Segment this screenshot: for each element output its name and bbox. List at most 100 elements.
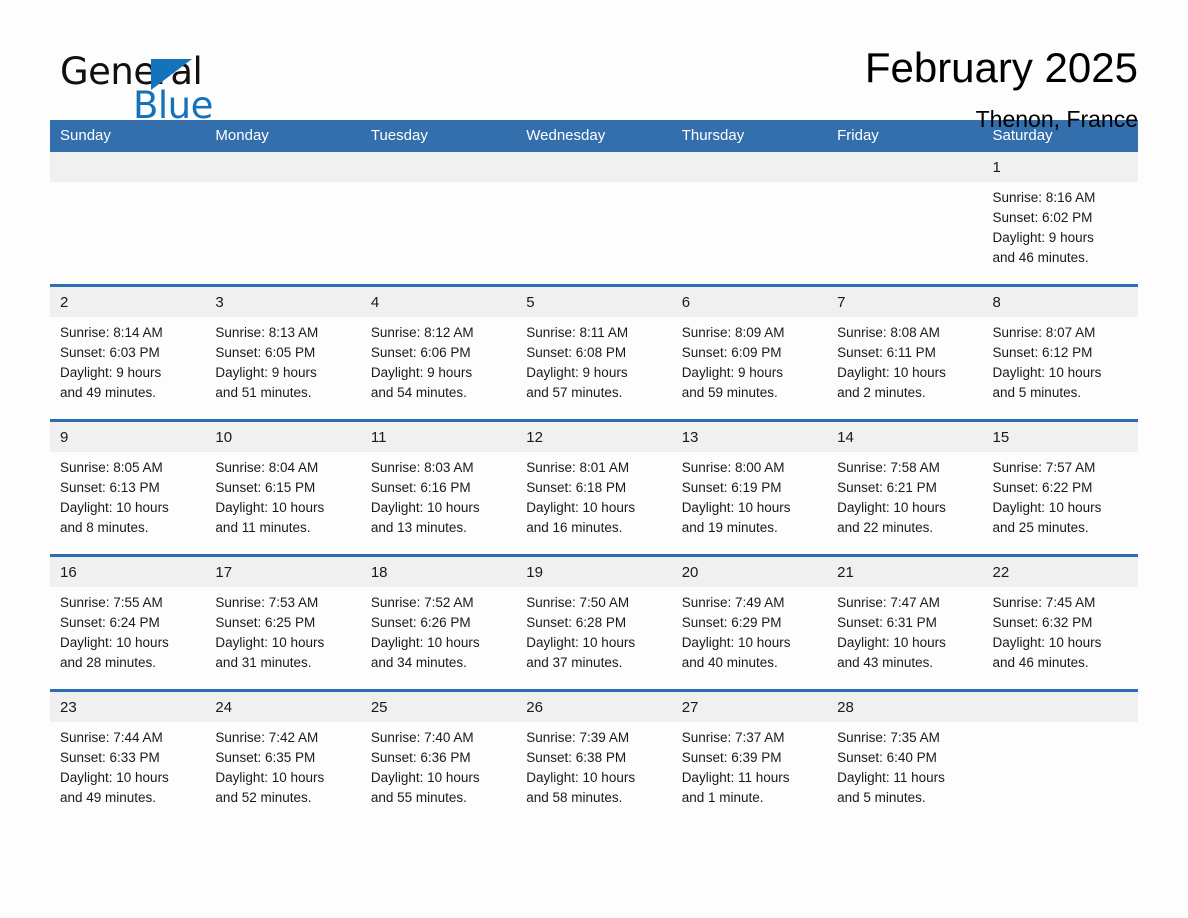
sunrise-text: Sunrise: 7:57 AM: [992, 460, 1096, 475]
daylight-text: and 5 minutes.: [992, 385, 1082, 400]
sunrise-text: Sunrise: 8:08 AM: [837, 325, 940, 340]
day-cell-empty: [982, 689, 1138, 824]
sunset-text: Sunset: 6:09 PM: [681, 345, 782, 360]
weekday-header-thursday: Thursday: [671, 120, 828, 152]
day-cell-2[interactable]: 2 Sunrise: 8:14 AM Sunset: 6:03 PM Daylight…: [50, 284, 206, 421]
day-cell-10[interactable]: 10 Sunrise: 8:04 AM Sunset: 6:15 PM Dayligh…: [205, 419, 361, 556]
day-cell-7[interactable]: 7 Sunrise: 8:08 AM Sunset: 6:11 PM Daylight…: [827, 284, 983, 421]
day-cell-22[interactable]: 22 Sunrise: 7:45 AM Sunset: 6:32 PM Dayligh…: [982, 554, 1138, 691]
sunrise-text: Sunrise: 7:52 AM: [370, 595, 474, 610]
sunrise-text: Sunrise: 7:40 AM: [370, 730, 474, 745]
daylight-text: and 22 minutes.: [837, 520, 934, 535]
sunrise-sunset-calendar: Sunday Monday Tuesday Wednesday Thursday Frid…: [50, 120, 1138, 824]
day-details: Sunrise: 8:07 AM Sunset: 6:12 PM Daylight:…: [983, 317, 1138, 403]
daylight-text: and 55 minutes.: [370, 790, 467, 805]
sunrise-text: Sunrise: 7:37 AM: [681, 730, 785, 745]
sunset-text: Sunset: 6:35 PM: [215, 750, 316, 765]
day-number: 25: [360, 692, 517, 722]
sunset-text: Sunset: 6:21 PM: [837, 480, 937, 495]
day-cell-8[interactable]: 8 Sunrise: 8:07 AM Sunset: 6:12 PM Daylight…: [982, 284, 1138, 421]
generalblue-logo[interactable]: General Blue: [50, 44, 300, 127]
day-cell-13[interactable]: 13 Sunrise: 8:00 AM Sunset: 6:19 PM Dayligh…: [671, 419, 828, 556]
daylight-text: and 37 minutes.: [526, 655, 623, 670]
day-cell-24[interactable]: 24 Sunrise: 7:42 AM Sunset: 6:35 PM Dayligh…: [205, 689, 361, 824]
week-row: 9 Sunrise: 8:05 AM Sunset: 6:13 PM Daylight…: [50, 419, 1138, 556]
day-cell-14[interactable]: 14 Sunrise: 7:58 AM Sunset: 6:21 PM Dayligh…: [827, 419, 983, 556]
day-number: 15: [982, 422, 1138, 452]
title-block: February 2025 Thenon, France: [865, 44, 1138, 133]
sunrise-text: Sunrise: 7:44 AM: [60, 730, 163, 745]
day-cell-empty: [671, 152, 828, 286]
day-cell-25[interactable]: 25 Sunrise: 7:40 AM Sunset: 6:36 PM Dayligh…: [360, 689, 517, 824]
day-cell-12[interactable]: 12 Sunrise: 8:01 AM Sunset: 6:18 PM Dayligh…: [516, 419, 672, 556]
day-number: [50, 152, 206, 182]
day-number: 22: [982, 557, 1138, 587]
day-cell-27[interactable]: 27 Sunrise: 7:37 AM Sunset: 6:39 PM Dayligh…: [671, 689, 828, 824]
day-cell-1[interactable]: 1 Sunrise: 8:16 AM Sunset: 6:02 PM Daylight…: [982, 152, 1138, 286]
day-cell-17[interactable]: 17 Sunrise: 7:53 AM Sunset: 6:25 PM Dayligh…: [205, 554, 361, 691]
daylight-text: Daylight: 10 hours: [837, 365, 946, 380]
day-number: 17: [205, 557, 361, 587]
daylight-text: Daylight: 10 hours: [215, 770, 325, 785]
day-cell-5[interactable]: 5 Sunrise: 8:11 AM Sunset: 6:08 PM Daylight…: [516, 284, 672, 421]
day-cell-15[interactable]: 15 Sunrise: 7:57 AM Sunset: 6:22 PM Dayligh…: [982, 419, 1138, 556]
sunset-text: Sunset: 6:11 PM: [837, 345, 936, 360]
sunset-text: Sunset: 6:06 PM: [370, 345, 471, 360]
day-details: Sunrise: 7:45 AM Sunset: 6:32 PM Daylight:…: [983, 587, 1138, 673]
day-cell-16[interactable]: 16 Sunrise: 7:55 AM Sunset: 6:24 PM Dayligh…: [50, 554, 206, 691]
day-cell-20[interactable]: 20 Sunrise: 7:49 AM Sunset: 6:29 PM Dayligh…: [671, 554, 828, 691]
daylight-text: and 40 minutes.: [681, 655, 778, 670]
daylight-text: and 52 minutes.: [215, 790, 312, 805]
day-cell-23[interactable]: 23 Sunrise: 7:44 AM Sunset: 6:33 PM Dayligh…: [50, 689, 206, 824]
sunset-text: Sunset: 6:25 PM: [215, 615, 316, 630]
day-details: Sunrise: 7:42 AM Sunset: 6:35 PM Daylight:…: [205, 722, 360, 808]
day-number: 10: [205, 422, 361, 452]
day-details: Sunrise: 8:04 AM Sunset: 6:15 PM Daylight:…: [205, 452, 360, 538]
daylight-text: Daylight: 9 hours: [526, 365, 628, 380]
day-cell-empty: [516, 152, 672, 286]
sunset-text: Sunset: 6:16 PM: [370, 480, 471, 495]
day-number: [671, 152, 828, 182]
calendar-page: General Blue February 2025 Thenon, Franc…: [0, 0, 1188, 918]
day-cell-26[interactable]: 26 Sunrise: 7:39 AM Sunset: 6:38 PM Dayligh…: [516, 689, 672, 824]
day-cell-9[interactable]: 9 Sunrise: 8:05 AM Sunset: 6:13 PM Daylight…: [50, 419, 206, 556]
day-details: Sunrise: 7:53 AM Sunset: 6:25 PM Daylight:…: [205, 587, 360, 673]
sunset-text: Sunset: 6:26 PM: [370, 615, 471, 630]
day-number: 27: [671, 692, 828, 722]
day-number: 3: [205, 287, 361, 317]
sunrise-text: Sunrise: 7:50 AM: [526, 595, 630, 610]
sunrise-text: Sunrise: 8:04 AM: [215, 460, 319, 475]
daylight-text: Daylight: 10 hours: [215, 635, 325, 650]
day-number: 7: [827, 287, 983, 317]
daylight-text: and 49 minutes.: [60, 790, 157, 805]
sunrise-text: Sunrise: 8:12 AM: [370, 325, 474, 340]
sunrise-text: Sunrise: 8:16 AM: [992, 190, 1096, 205]
day-details: Sunrise: 7:55 AM Sunset: 6:24 PM Daylight:…: [50, 587, 205, 673]
day-cell-19[interactable]: 19 Sunrise: 7:50 AM Sunset: 6:28 PM Dayligh…: [516, 554, 672, 691]
sunrise-text: Sunrise: 8:07 AM: [992, 325, 1096, 340]
daylight-text: Daylight: 10 hours: [526, 635, 636, 650]
daylight-text: and 5 minutes.: [837, 790, 926, 805]
day-cell-11[interactable]: 11 Sunrise: 8:03 AM Sunset: 6:16 PM Dayligh…: [360, 419, 517, 556]
weekday-header-wednesday: Wednesday: [516, 120, 672, 152]
day-cell-28[interactable]: 28 Sunrise: 7:35 AM Sunset: 6:40 PM Dayligh…: [827, 689, 983, 824]
day-number: 12: [516, 422, 672, 452]
sunset-text: Sunset: 6:13 PM: [60, 480, 160, 495]
day-number: 6: [671, 287, 828, 317]
day-number: 19: [516, 557, 672, 587]
day-number: 21: [827, 557, 983, 587]
daylight-text: and 46 minutes.: [992, 250, 1089, 265]
daylight-text: and 43 minutes.: [837, 655, 934, 670]
sunset-text: Sunset: 6:03 PM: [60, 345, 160, 360]
day-cell-3[interactable]: 3 Sunrise: 8:13 AM Sunset: 6:05 PM Daylight…: [205, 284, 361, 421]
day-details: Sunrise: 7:47 AM Sunset: 6:31 PM Daylight:…: [827, 587, 982, 673]
daylight-text: Daylight: 10 hours: [370, 635, 480, 650]
day-cell-18[interactable]: 18 Sunrise: 7:52 AM Sunset: 6:26 PM Dayligh…: [360, 554, 517, 691]
day-cell-empty: [205, 152, 361, 286]
day-cell-4[interactable]: 4 Sunrise: 8:12 AM Sunset: 6:06 PM Daylight…: [360, 284, 517, 421]
day-cell-6[interactable]: 6 Sunrise: 8:09 AM Sunset: 6:09 PM Daylight…: [671, 284, 828, 421]
day-cell-21[interactable]: 21 Sunrise: 7:47 AM Sunset: 6:31 PM Dayligh…: [827, 554, 983, 691]
sunset-text: Sunset: 6:36 PM: [370, 750, 471, 765]
day-details: Sunrise: 8:01 AM Sunset: 6:18 PM Daylight:…: [516, 452, 671, 538]
day-details: Sunrise: 7:37 AM Sunset: 6:39 PM Daylight:…: [672, 722, 827, 808]
